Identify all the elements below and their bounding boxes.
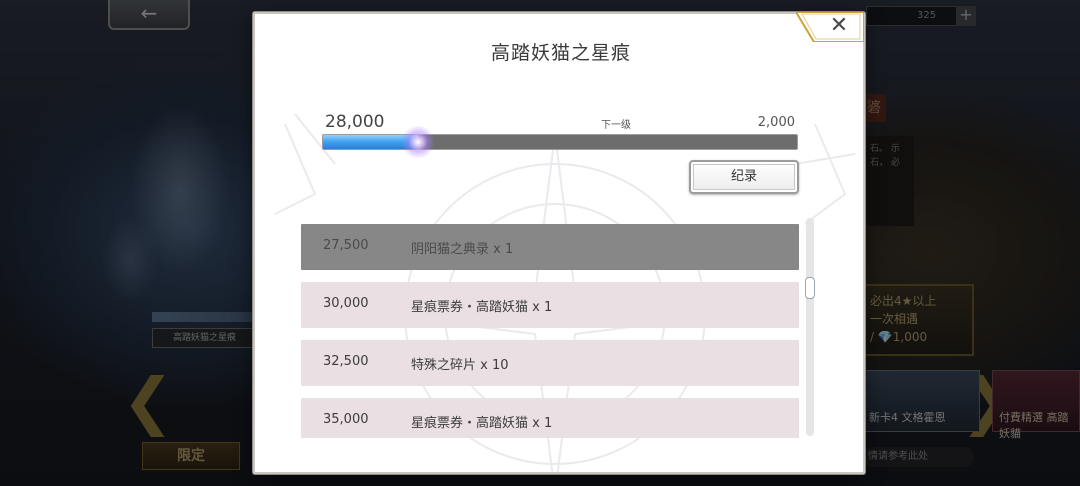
reward-row-27500[interactable]: 27,500 阴阳猫之典录 x 1: [301, 224, 799, 270]
current-points: 28,000: [325, 112, 385, 132]
record-button[interactable]: 纪录: [689, 160, 799, 194]
close-button[interactable]: ✕: [796, 12, 864, 42]
reward-row-32500[interactable]: 32,500 特殊之碎片 x 10: [301, 340, 799, 386]
reward-item-name: 阴阳猫之典录 x 1: [411, 242, 514, 257]
reward-row-30000[interactable]: 30,000 星痕票券・高踏妖猫 x 1: [301, 282, 799, 328]
reward-item-name: 星痕票券・高踏妖猫 x 1: [411, 300, 553, 315]
reward-list-scrollbar[interactable]: [805, 218, 815, 436]
reward-list[interactable]: 27,500 阴阳猫之典录 x 1 30,000 星痕票券・高踏妖猫 x 1 3…: [301, 224, 801, 438]
star-mark-dialog: 高踏妖猫之星痕 28,000 下一级 2,000 纪录 27,500 阴阳猫之典…: [253, 12, 865, 474]
dialog-title: 高踏妖猫之星痕: [490, 42, 631, 64]
reward-item-name: 特殊之碎片 x 10: [411, 358, 509, 373]
reward-points: 30,000: [323, 296, 369, 311]
reward-points: 32,500: [323, 354, 369, 369]
reward-item-name: 星痕票券・高踏妖猫 x 1: [411, 416, 553, 431]
progress-bar: [322, 125, 798, 159]
reward-points: 35,000: [323, 412, 369, 427]
scrollbar-thumb[interactable]: [805, 277, 815, 299]
next-level-points: 2,000: [757, 115, 795, 130]
reward-points: 27,500: [323, 238, 369, 253]
next-level-label: 下一级: [601, 120, 631, 131]
close-icon: ✕: [829, 13, 849, 38]
sparkle-icon: [401, 125, 435, 159]
reward-row-35000[interactable]: 35,000 星痕票券・高踏妖猫 x 1: [301, 398, 799, 438]
